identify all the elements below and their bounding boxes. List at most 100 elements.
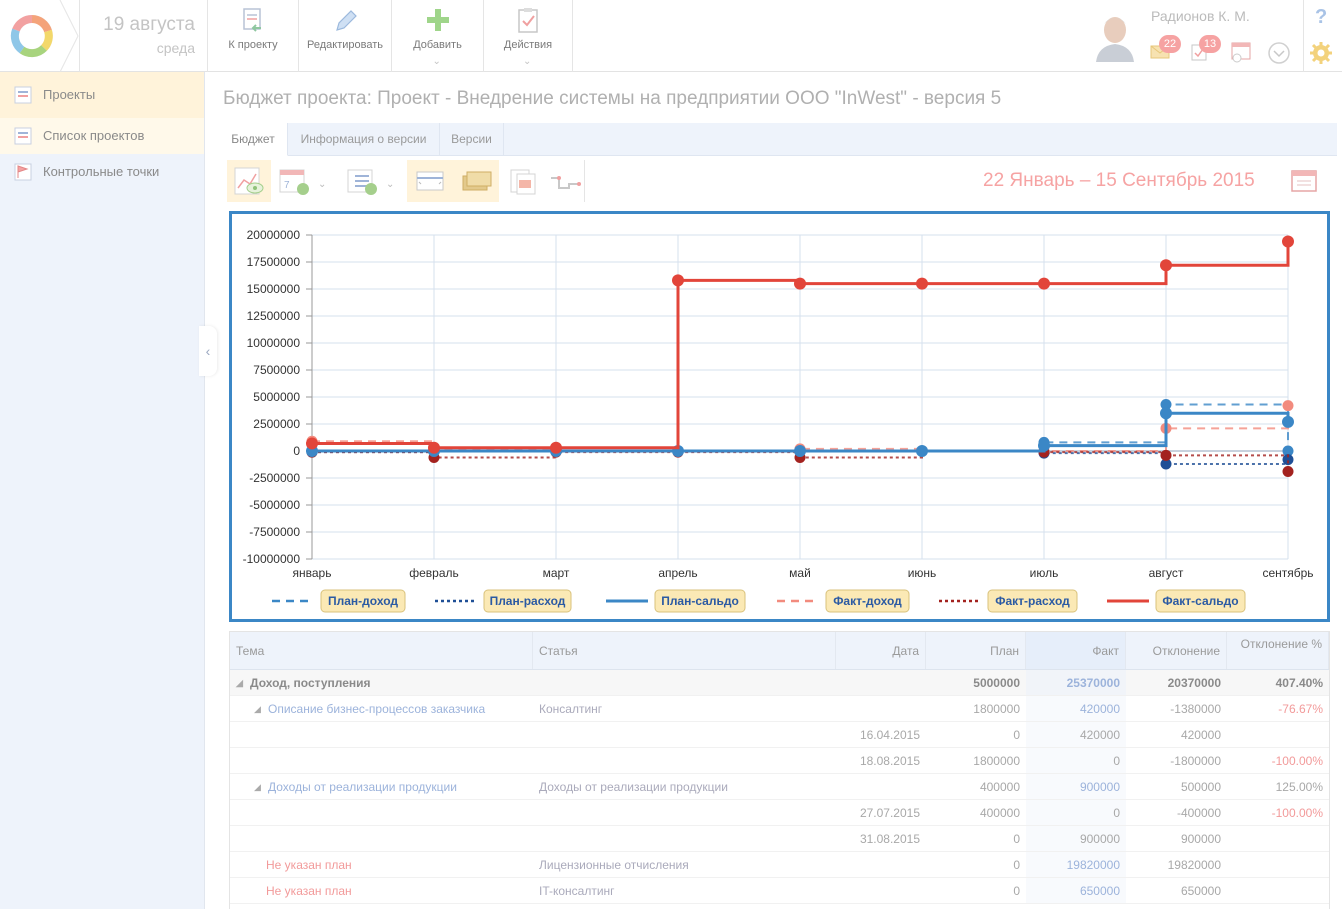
date-cell xyxy=(836,852,926,877)
col-deviation-header[interactable]: Отклонение xyxy=(1126,632,1227,669)
fact-cell: 420000 xyxy=(1026,696,1126,721)
table-view-button[interactable] xyxy=(407,160,453,202)
legend-label: Факт-сальдо xyxy=(1162,594,1238,608)
sidebar-item-label: Проекты xyxy=(43,87,96,102)
calendar-icon[interactable] xyxy=(1228,40,1254,64)
tab-versions[interactable]: Версии xyxy=(440,123,504,156)
table-row[interactable]: ◢ Доход, поступления 5000000 25370000 203700… xyxy=(230,670,1329,696)
legend-label: План-доход xyxy=(328,594,398,608)
x-tick-label: апрель xyxy=(658,566,697,580)
deviation-percent-cell: -76.67% xyxy=(1278,702,1323,716)
sidebar-item-label: Список проектов xyxy=(43,128,145,143)
x-tick-label: февраль xyxy=(409,566,459,580)
gear-icon[interactable] xyxy=(1309,41,1333,65)
table-row[interactable]: 18.08.2015 1800000 0 -1800000 -100.00% xyxy=(230,748,1329,774)
deviation-cell: -1380000 xyxy=(1170,702,1221,716)
col-deviation-percent-header[interactable]: Отклонение % xyxy=(1227,632,1329,669)
calendar-filter-button[interactable]: 7 ⌄ xyxy=(275,160,335,202)
plan-cell: 1800000 xyxy=(973,702,1020,716)
table-row[interactable]: 27.07.2015 400000 0 -400000 -100.00% xyxy=(230,800,1329,826)
y-tick-label: 5000000 xyxy=(253,390,300,404)
actions-label: Действия xyxy=(503,39,553,51)
theme-cell: Не указан план xyxy=(266,858,352,872)
table-row[interactable]: Не указан план IT-консалтинг 0 650000 650000 xyxy=(230,878,1329,904)
date-cell: 16.04.2015 xyxy=(859,728,920,742)
table-row[interactable]: 31.08.2015 0 900000 900000 xyxy=(230,826,1329,852)
tab-version-info[interactable]: Информация о версии xyxy=(288,123,440,156)
article-cell: Лицензионные отчисления xyxy=(539,858,689,872)
actions-button[interactable]: Действия ⌄ xyxy=(483,0,573,72)
current-date: 19 августа среда xyxy=(80,14,195,56)
date-cell xyxy=(836,774,926,799)
plan-cell: 0 xyxy=(1013,858,1020,872)
fact-cell: 0 xyxy=(1026,800,1126,825)
series-point xyxy=(428,441,440,454)
y-tick-label: 12500000 xyxy=(247,309,301,323)
deviation-percent-cell: -100.00% xyxy=(1271,754,1323,768)
fact-cell: 650000 xyxy=(1026,878,1126,903)
deviation-percent-cell xyxy=(1227,722,1329,747)
legend-label: План-расход xyxy=(490,594,566,608)
series-point xyxy=(1282,400,1294,412)
help-icon[interactable]: ? xyxy=(1315,6,1327,29)
col-article-header[interactable]: Статья xyxy=(533,632,836,669)
tab-budget[interactable]: Бюджет xyxy=(219,123,288,156)
pencil-icon xyxy=(336,10,357,31)
plan-cell: 0 xyxy=(1013,832,1020,846)
collapse-sidebar-icon[interactable]: ‹ xyxy=(199,326,217,376)
edit-button[interactable]: Редактировать xyxy=(298,0,391,72)
series-point xyxy=(1160,407,1172,420)
svg-text:⌄: ⌄ xyxy=(318,179,326,190)
y-tick-label: 7500000 xyxy=(253,363,300,377)
date-label: 19 августа xyxy=(103,14,195,35)
sidebar-item-projects[interactable]: Проекты xyxy=(0,72,204,118)
table-view-icon xyxy=(416,171,444,191)
back-to-project-icon xyxy=(243,8,261,32)
back-to-project-button[interactable]: К проекту xyxy=(207,0,298,72)
col-theme-header[interactable]: Тема xyxy=(230,632,533,669)
calendar-icon[interactable] xyxy=(1290,168,1318,199)
view-mode-button[interactable] xyxy=(227,160,271,202)
col-date-header[interactable]: Дата xyxy=(836,632,926,669)
money-view-button[interactable] xyxy=(453,160,499,202)
page-title: Бюджет проекта: Проект - Внедрение систе… xyxy=(223,88,1002,109)
tab-bar: Бюджет Информация о версии Версии xyxy=(219,123,1337,156)
table-row[interactable]: Не указан план Лицензионные отчисления 0 19… xyxy=(230,852,1329,878)
period-range[interactable]: 22 Январь – 15 Сентябрь 2015 xyxy=(983,170,1255,192)
date-cell xyxy=(836,670,926,695)
col-plan-header[interactable]: План xyxy=(926,632,1026,669)
date-cell xyxy=(836,696,926,721)
avatar[interactable] xyxy=(1092,10,1138,62)
date-cell: 31.08.2015 xyxy=(859,832,920,846)
table-row[interactable]: 16.04.2015 0 420000 420000 xyxy=(230,722,1329,748)
step-chart-button[interactable] xyxy=(545,160,585,202)
list-filter-button[interactable]: ⌄ xyxy=(343,160,403,202)
table-row[interactable]: ◢ Описание бизнес-процессов заказчика Конс… xyxy=(230,696,1329,722)
article-cell: Доходы от реализации продукции xyxy=(539,780,728,794)
clipboard-check-icon xyxy=(518,8,538,33)
table-row[interactable]: ◢ Доходы от реализации продукции Доходы от… xyxy=(230,774,1329,800)
user-menu-chevron-icon[interactable] xyxy=(1267,41,1291,65)
y-tick-label: 2500000 xyxy=(253,417,300,431)
svg-text:⌄: ⌄ xyxy=(386,179,394,190)
y-tick-label: 20000000 xyxy=(247,228,301,242)
numbered-list-icon: ⌄ xyxy=(347,169,394,195)
fact-cell: 0 xyxy=(1026,748,1126,773)
sidebar-item-project-list[interactable]: Список проектов xyxy=(0,118,204,154)
user-name[interactable]: Радионов К. М. xyxy=(1151,8,1250,24)
projects-icon xyxy=(14,86,32,104)
deviation-cell: 20370000 xyxy=(1167,676,1221,690)
plan-cell: 1800000 xyxy=(973,754,1020,768)
documents-export-icon xyxy=(510,169,536,195)
sidebar-item-checkpoints[interactable]: Контрольные точки xyxy=(0,154,204,190)
fact-cell: 420000 xyxy=(1026,722,1126,747)
export-button[interactable] xyxy=(501,160,545,202)
fact-cell: 19820000 xyxy=(1026,852,1126,877)
calendar-refresh-icon: 7 ⌄ xyxy=(279,169,326,195)
weekday-label: среда xyxy=(156,40,195,56)
y-tick-label: 15000000 xyxy=(247,282,301,296)
col-fact-header[interactable]: Факт xyxy=(1026,632,1126,669)
x-tick-label: май xyxy=(789,566,811,580)
fact-cell: 900000 xyxy=(1026,774,1126,799)
add-button[interactable]: Добавить ⌄ xyxy=(391,0,483,72)
